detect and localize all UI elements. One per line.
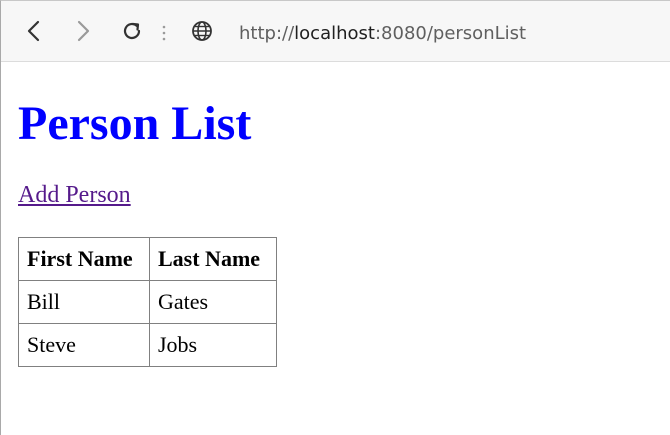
address-bar[interactable]: http://localhost:8080/personList <box>239 22 526 46</box>
add-person-link[interactable]: Add Person <box>18 180 131 210</box>
column-header-first-name: First Name <box>18 237 150 281</box>
forward-button[interactable] <box>69 17 97 45</box>
url-path: :8080/personList <box>374 23 527 44</box>
first-name-cell: Bill <box>18 280 150 324</box>
first-name-cell: Steve <box>18 323 150 367</box>
chevron-right-icon <box>77 20 90 42</box>
page-content: Person List Add Person First Name Last N… <box>18 62 670 435</box>
last-name-cell: Gates <box>149 280 277 324</box>
reload-icon <box>123 22 141 40</box>
site-info-button[interactable] <box>188 17 216 45</box>
browser-window: http://localhost:8080/personList Person … <box>0 0 670 435</box>
last-name-cell: Jobs <box>149 323 277 367</box>
reload-button[interactable] <box>118 17 146 45</box>
table-row: Bill Gates <box>18 280 277 324</box>
column-header-last-name: Last Name <box>149 237 277 281</box>
globe-icon <box>192 21 212 41</box>
chevron-left-icon <box>27 20 40 42</box>
back-button[interactable] <box>20 17 48 45</box>
toolbar-separator <box>162 25 166 41</box>
page-title: Person List <box>18 97 252 150</box>
url-host: localhost <box>294 23 375 44</box>
table-header-row: First Name Last Name <box>18 237 277 281</box>
person-table: First Name Last Name Bill Gates Steve Jo… <box>18 237 277 367</box>
table-row: Steve Jobs <box>18 323 277 367</box>
browser-toolbar: http://localhost:8080/personList <box>1 1 670 62</box>
url-scheme: http:// <box>239 23 295 44</box>
